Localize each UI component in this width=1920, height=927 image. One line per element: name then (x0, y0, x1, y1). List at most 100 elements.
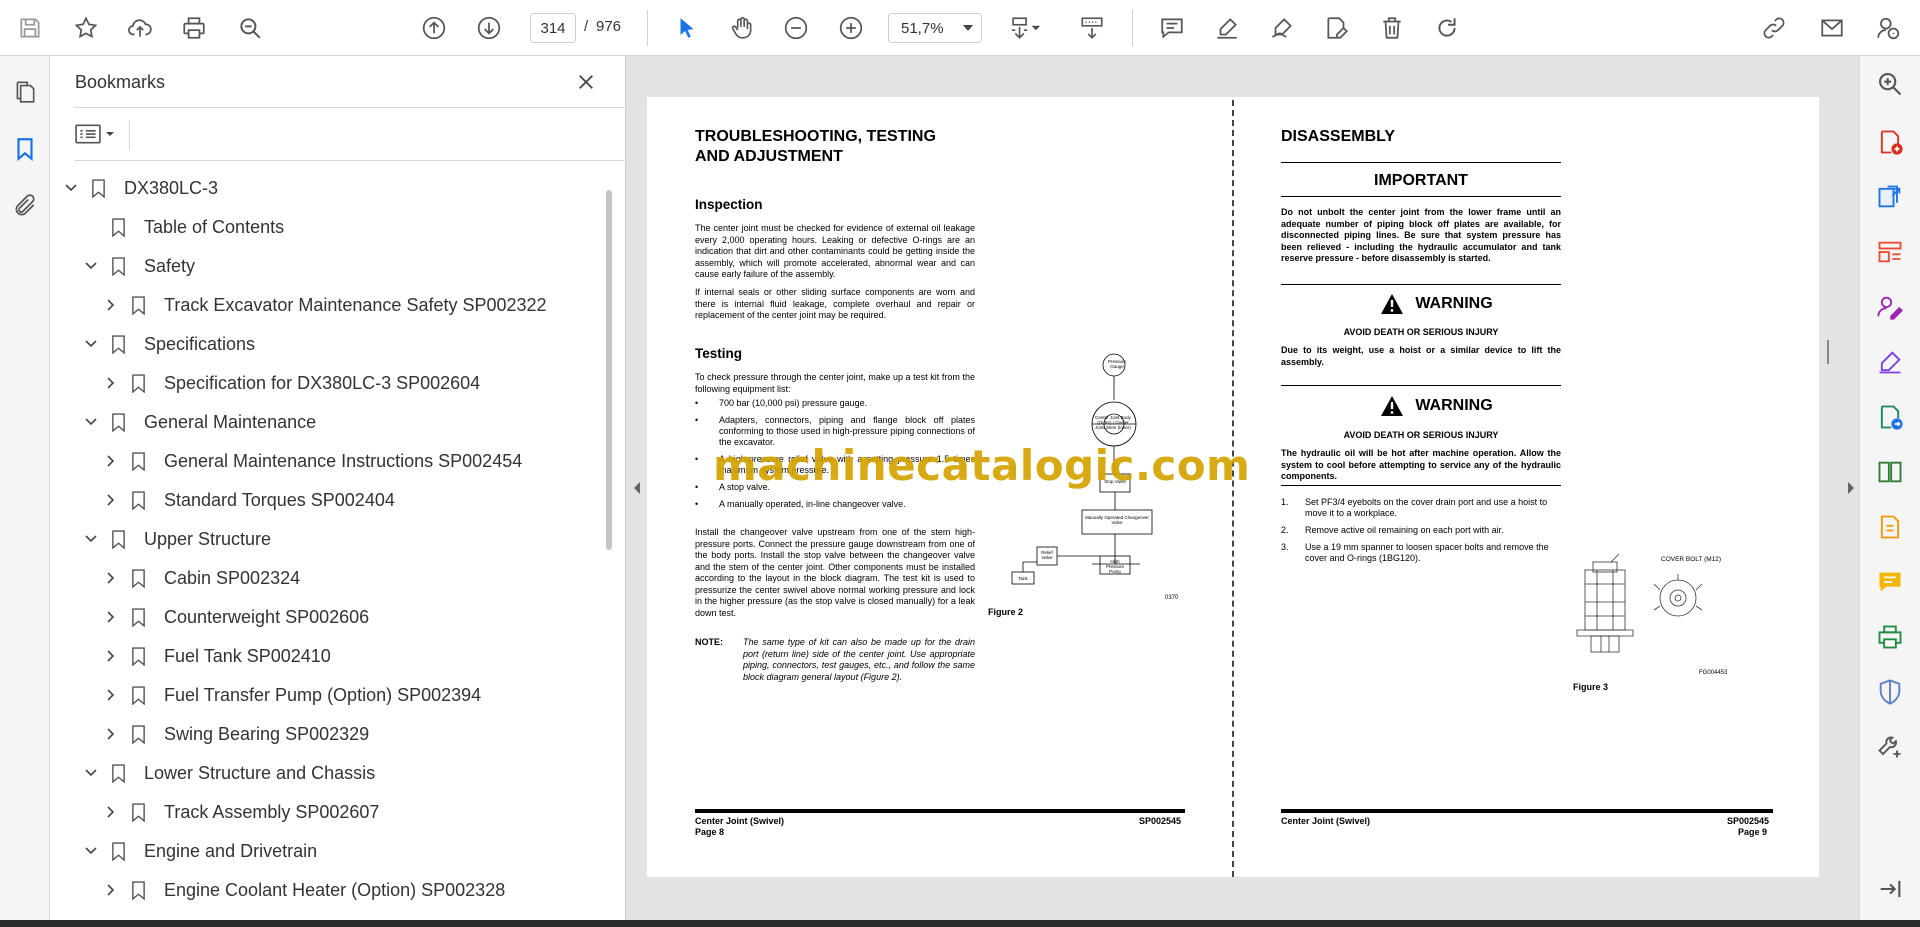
chevron-down-icon[interactable] (84, 259, 98, 273)
bookmark-label: Engine Coolant Heater (Option) SP002328 (164, 879, 506, 900)
bookmark-item[interactable]: Specifications (50, 326, 600, 362)
edit-pdf-icon[interactable] (1874, 511, 1906, 543)
chevron-down-icon[interactable] (84, 844, 98, 858)
page-number-input[interactable]: 314 (530, 13, 576, 43)
chevron-down-icon (106, 132, 114, 136)
bookmark-icon (130, 490, 146, 510)
pdf-page-right: DISASSEMBLY IMPORTANT Do not unbolt the … (1233, 97, 1819, 877)
bookmark-options-button[interactable] (75, 120, 121, 148)
delete-trash-icon[interactable] (1376, 12, 1408, 44)
chevron-down-icon[interactable] (64, 181, 78, 195)
bookmark-item[interactable]: Swing Bearing SP002329 (50, 716, 600, 752)
chevron-down-icon[interactable] (84, 337, 98, 351)
chevron-right-icon[interactable] (104, 571, 118, 585)
step-text: Set PF3/4 eyebolts on the cover drain po… (1305, 497, 1548, 518)
collapse-right-panel-icon[interactable] (1846, 480, 1856, 496)
bookmark-item[interactable]: Counterweight SP002606 (50, 599, 600, 635)
chevron-right-icon[interactable] (104, 727, 118, 741)
zoom-in-icon[interactable] (835, 12, 867, 44)
bookmark-item[interactable]: Engine Coolant Heater (Option) SP002328 (50, 872, 600, 908)
bookmark-item[interactable]: Fuel Transfer Pump (Option) SP002394 (50, 677, 600, 713)
chevron-down-icon (963, 25, 973, 31)
bookmark-item[interactable]: Upper Structure (50, 521, 600, 557)
chevron-right-icon[interactable] (104, 376, 118, 390)
chevron-down-icon[interactable] (84, 415, 98, 429)
prev-page-icon[interactable] (418, 12, 450, 44)
hand-tool-icon[interactable] (726, 12, 758, 44)
upload-cloud-icon[interactable] (124, 12, 156, 44)
protect-shield-icon[interactable] (1874, 676, 1906, 708)
bookmark-item[interactable]: Cabin SP002324 (50, 560, 600, 596)
zoom-out-icon[interactable] (780, 12, 812, 44)
scroll-mode-icon[interactable] (1076, 12, 1108, 44)
chevron-right-icon[interactable] (104, 688, 118, 702)
close-icon[interactable] (574, 70, 598, 94)
print-icon[interactable] (178, 12, 210, 44)
star-icon[interactable] (70, 12, 102, 44)
bookmark-item[interactable]: Standard Torques SP002404 (50, 482, 600, 518)
bookmark-item[interactable]: Lower Structure and Chassis (50, 755, 600, 791)
collapse-left-panel-icon[interactable] (632, 480, 642, 496)
zoom-search-icon[interactable] (1874, 68, 1906, 100)
bookmark-item[interactable]: General Maintenance (50, 404, 600, 440)
request-signature-icon[interactable] (1874, 291, 1906, 323)
highlight-pen-icon[interactable] (1211, 12, 1243, 44)
bookmark-icon (130, 295, 146, 315)
comment-tool-icon[interactable] (1874, 566, 1906, 598)
comment-icon[interactable] (1156, 12, 1188, 44)
panel-divider (74, 160, 634, 161)
bookmark-item[interactable]: Engine and Drivetrain (50, 833, 600, 869)
expand-panel-icon[interactable] (1874, 873, 1906, 905)
list-options-icon (75, 124, 101, 144)
chevron-right-icon[interactable] (104, 805, 118, 819)
bookmark-item[interactable]: DX380LC-3 (50, 170, 600, 206)
page-fit-icon[interactable] (1003, 12, 1047, 44)
chevron-right-icon[interactable] (104, 493, 118, 507)
bookmark-item[interactable]: Track Excavator Maintenance Safety SP002… (50, 287, 600, 323)
search-zoom-icon[interactable] (234, 12, 266, 44)
fill-sign-icon[interactable] (1874, 346, 1906, 378)
bookmark-item[interactable]: Track Assembly SP002607 (50, 794, 600, 830)
diagram-label-changeover: Manually Operated Changeover Valve (1085, 515, 1149, 525)
export-pdf-icon[interactable] (1874, 181, 1906, 213)
chevron-right-icon[interactable] (104, 298, 118, 312)
chevron-right-icon[interactable] (104, 610, 118, 624)
left-nav-rail (0, 56, 50, 920)
bookmark-item[interactable]: Safety (50, 248, 600, 284)
create-pdf-icon[interactable] (1874, 126, 1906, 158)
bookmark-item[interactable]: Specification for DX380LC-3 SP002604 (50, 365, 600, 401)
bookmark-item[interactable]: General Maintenance Instructions SP00245… (50, 443, 600, 479)
figure-2-code: 0370 (1165, 595, 1179, 601)
chevron-down-icon[interactable] (84, 532, 98, 546)
attachments-icon[interactable] (9, 190, 41, 222)
zoom-level-select[interactable]: 51,7% (888, 13, 982, 43)
next-page-icon[interactable] (473, 12, 505, 44)
draw-pen-icon[interactable] (1266, 12, 1298, 44)
share-link-icon[interactable] (1758, 12, 1790, 44)
footer-title: Center Joint (Swivel) (1281, 816, 1371, 826)
warning-triangle-icon (1381, 294, 1404, 314)
inspection-paragraph-2: If internal seals or other sliding surfa… (695, 287, 975, 320)
section-title: TROUBLESHOOTING, TESTING AND ADJUSTMENT (695, 127, 936, 167)
bookmark-item[interactable]: Table of Contents (50, 209, 600, 245)
page-thumbnails-icon[interactable] (9, 76, 41, 108)
resize-grip[interactable] (1827, 340, 1829, 364)
email-icon[interactable] (1816, 12, 1848, 44)
send-review-icon[interactable] (1874, 401, 1906, 433)
chevron-right-icon[interactable] (104, 649, 118, 663)
chevron-right-icon[interactable] (104, 883, 118, 897)
redo-rotate-icon[interactable] (1431, 12, 1463, 44)
select-cursor-icon[interactable] (671, 12, 703, 44)
account-help-icon[interactable] (1872, 12, 1904, 44)
chevron-right-icon[interactable] (104, 454, 118, 468)
print-production-icon[interactable] (1874, 621, 1906, 653)
bookmarks-panel-icon[interactable] (9, 133, 41, 165)
compare-files-icon[interactable] (1874, 456, 1906, 488)
bookmark-scrollbar[interactable] (606, 190, 612, 550)
organize-pages-icon[interactable] (1874, 236, 1906, 268)
bookmark-item[interactable]: Fuel Tank SP002410 (50, 638, 600, 674)
edit-text-icon[interactable] (1321, 12, 1353, 44)
more-tools-icon[interactable] (1874, 731, 1906, 763)
save-icon[interactable] (14, 12, 46, 44)
chevron-down-icon[interactable] (84, 766, 98, 780)
